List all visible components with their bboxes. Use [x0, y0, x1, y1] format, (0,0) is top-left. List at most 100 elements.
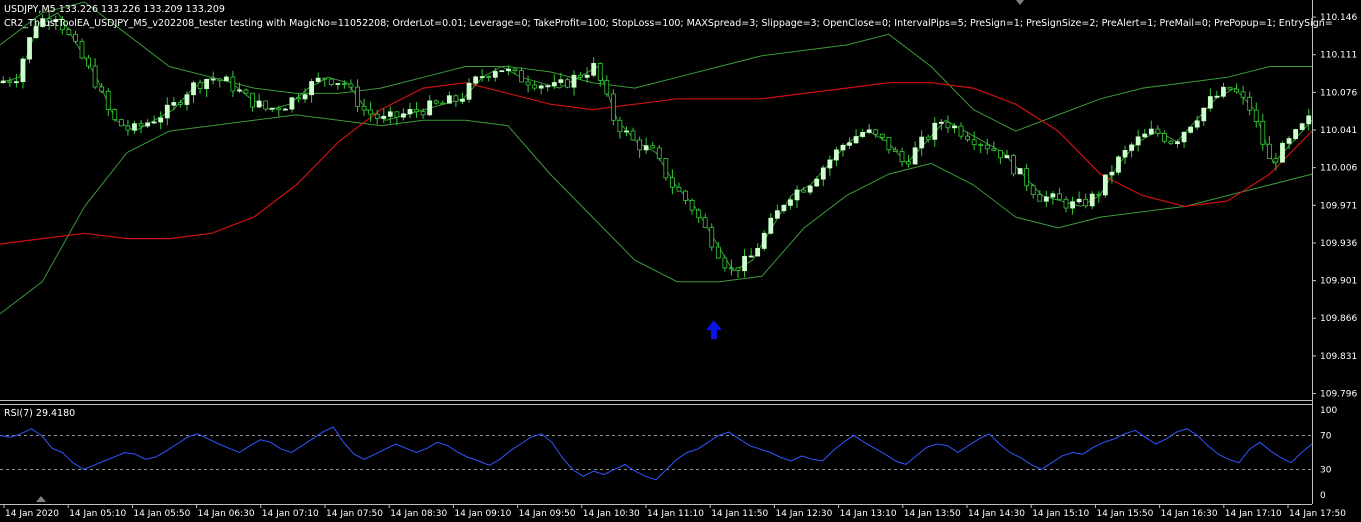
- bear-candle: [486, 76, 492, 79]
- bear-candle: [683, 190, 688, 201]
- bear-candle: [722, 257, 728, 269]
- time-tick-label: 14 Jan 13:50: [904, 509, 961, 519]
- bear-candle: [328, 78, 334, 85]
- bull-candle: [407, 109, 413, 115]
- bull-candle: [1122, 149, 1128, 158]
- bull-candle: [1194, 120, 1200, 128]
- bear-candle: [1227, 86, 1233, 90]
- time-axis: 14 Jan 2020 14 Jan 05:10 14 Jan 05:50 14 Ja…: [3, 504, 1346, 519]
- bull-candle: [866, 129, 872, 133]
- bull-candle: [814, 178, 820, 187]
- bear-candle: [374, 113, 380, 119]
- bull-candle: [171, 102, 177, 106]
- rsi-tick-label: 0: [1320, 491, 1326, 501]
- bull-candle: [1221, 86, 1226, 97]
- bear-candle: [79, 40, 85, 59]
- bull-candle: [20, 58, 26, 83]
- bear-candle: [899, 151, 905, 163]
- bull-candle: [505, 68, 511, 72]
- bull-candle: [840, 144, 846, 151]
- bear-candle: [735, 267, 741, 272]
- time-tick-label: 14 Jan 12:30: [775, 509, 832, 519]
- bull-candle: [1299, 123, 1305, 130]
- time-tick-label: 14 Jan 08:30: [390, 509, 447, 519]
- bear-candle: [1057, 193, 1062, 200]
- bear-candle: [925, 136, 931, 140]
- bull-candle: [223, 76, 229, 82]
- bull-candle: [1148, 128, 1154, 135]
- bull-candle: [1175, 141, 1180, 145]
- bull-candle: [13, 81, 19, 84]
- bear-candle: [715, 246, 721, 259]
- bull-candle: [1142, 133, 1148, 138]
- rsi-tick-label: 100: [1320, 406, 1337, 416]
- time-tick-label: 14 Jan 07:10: [262, 509, 319, 519]
- bull-candle: [335, 83, 341, 85]
- bear-candle: [945, 121, 951, 129]
- bear-candle: [322, 77, 328, 80]
- bull-candle: [558, 79, 564, 83]
- bull-candle: [1017, 168, 1023, 175]
- bear-candle: [1253, 109, 1259, 122]
- ea-parameters-line: CR2_ThrustToolEA_USDJPY_M5_v202208_teste…: [4, 18, 1333, 29]
- bear-candle: [7, 80, 13, 83]
- time-tick-label: 14 Jan 16:30: [1161, 509, 1218, 519]
- bull-candle: [237, 89, 242, 92]
- rsi-line: [0, 426, 1313, 481]
- bear-candle: [525, 81, 531, 86]
- price-tick-label: 109.796: [1320, 390, 1357, 400]
- bull-candle: [1070, 201, 1075, 209]
- bull-candle: [643, 145, 649, 151]
- time-tick-label: 14 Jan 09:10: [454, 509, 511, 519]
- bull-candle: [761, 232, 767, 249]
- bull-candle: [807, 185, 813, 193]
- bull-candle: [1214, 95, 1220, 98]
- moving-average-line: [0, 82, 1313, 245]
- bull-candle: [820, 167, 826, 180]
- bear-candle: [906, 161, 911, 165]
- bear-candle: [420, 111, 426, 116]
- rsi-panel: 100 70 30 0: [0, 406, 1337, 501]
- bull-candle: [256, 100, 262, 108]
- chart-shift-marker-icon[interactable]: [36, 496, 46, 502]
- bull-candle: [912, 147, 918, 165]
- bull-candle: [538, 85, 544, 89]
- bull-candle: [748, 255, 754, 258]
- bull-candle: [132, 123, 137, 131]
- bull-candle: [1102, 174, 1108, 196]
- bear-candle: [958, 125, 964, 137]
- time-tick-label: 14 Jan 15:10: [1032, 509, 1089, 519]
- bull-candle: [401, 113, 406, 118]
- bear-candle: [1273, 158, 1279, 163]
- bear-candle: [1168, 140, 1174, 145]
- bear-candle: [73, 34, 78, 42]
- bull-candle: [499, 70, 505, 73]
- bull-candle: [1181, 131, 1187, 143]
- bull-candle: [151, 121, 157, 124]
- bear-candle: [729, 267, 734, 270]
- bear-candle: [512, 68, 518, 72]
- bull-candle: [847, 142, 852, 146]
- bear-candle: [250, 92, 255, 108]
- bull-candle: [289, 97, 295, 110]
- bear-candle: [125, 125, 131, 131]
- bear-candle: [565, 79, 570, 88]
- rsi-tick-label: 70: [1320, 432, 1332, 442]
- bear-candle: [630, 130, 636, 141]
- bear-candle: [341, 83, 347, 85]
- bull-candle: [794, 189, 800, 201]
- bear-candle: [368, 109, 374, 115]
- bear-candle: [414, 109, 419, 112]
- bear-candle: [263, 100, 269, 110]
- bull-candle: [860, 132, 866, 137]
- bear-candle: [617, 119, 623, 133]
- price-tick-label: 109.866: [1320, 314, 1357, 324]
- bear-candle: [230, 76, 236, 92]
- moving-average-path: [0, 82, 1313, 245]
- scroll-marker-icon[interactable]: [1016, 0, 1024, 5]
- bull-candle: [387, 111, 393, 117]
- bear-candle: [440, 102, 446, 105]
- bear-candle: [361, 106, 367, 111]
- bear-candle: [637, 139, 642, 151]
- bull-candle: [1286, 138, 1292, 144]
